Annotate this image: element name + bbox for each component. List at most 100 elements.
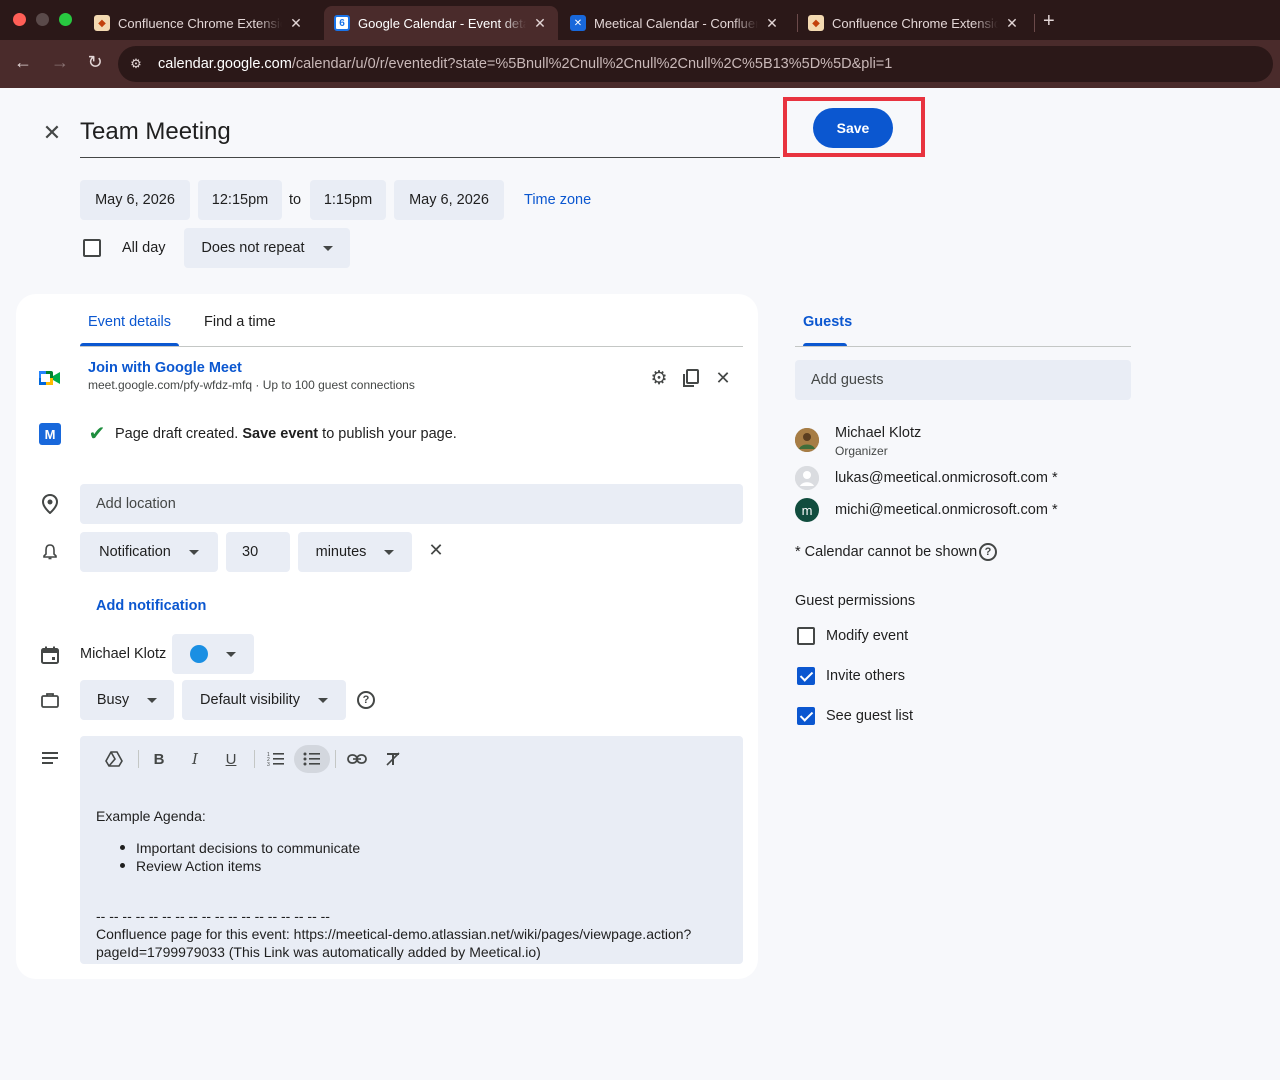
new-tab-button[interactable]: + — [1043, 10, 1055, 33]
url-path: /calendar/u/0/r/eventedit?state=%5Bnull%… — [291, 56, 893, 72]
calendar-note: * Calendar cannot be shown — [795, 544, 978, 560]
repeat-value: Does not repeat — [201, 240, 305, 256]
avatar — [795, 466, 819, 490]
add-notification-link[interactable]: Add notification — [96, 598, 206, 614]
guest-permissions-title: Guest permissions — [795, 593, 916, 609]
close-window-button[interactable] — [13, 13, 26, 26]
tabs-divider — [80, 346, 743, 347]
confluence-favicon-icon: ◆ — [808, 15, 824, 31]
join-meet-link[interactable]: Join with Google Meet — [88, 360, 242, 376]
toolbar-divider — [335, 750, 336, 768]
notification-unit-dropdown[interactable]: minutes — [298, 532, 412, 572]
caret-down-icon — [147, 697, 158, 703]
tab-find-a-time[interactable]: Find a time — [204, 314, 276, 330]
all-day-label: All day — [122, 240, 166, 256]
maximize-window-button[interactable] — [59, 13, 72, 26]
start-time-chip[interactable]: 12:15pm — [198, 180, 282, 220]
repeat-dropdown[interactable]: Does not repeat — [184, 228, 350, 268]
confluence-link-line-2: pageId=1799979033 (This Link was automat… — [96, 944, 541, 960]
gear-icon[interactable]: ⚙ — [647, 366, 671, 390]
confluence-status-bold: Save event — [242, 426, 319, 442]
meetical-icon: M — [39, 423, 61, 445]
agenda-item: Review Action items — [136, 858, 262, 874]
tab-close-icon[interactable]: ✕ — [764, 15, 780, 32]
help-icon[interactable]: ? — [979, 543, 997, 561]
event-color-dropdown[interactable] — [172, 634, 254, 674]
svg-text:3: 3 — [267, 762, 270, 767]
italic-icon[interactable]: I — [177, 745, 213, 773]
remove-notification-icon[interactable]: ✕ — [424, 538, 448, 562]
all-day-checkbox[interactable] — [83, 239, 101, 257]
description-editor[interactable]: B I U 123 Example Agenda: Important deci… — [80, 736, 743, 964]
toolbar-divider — [138, 750, 139, 768]
browser-tab-bar: ◆ Confluence Chrome Extension ✕ 6 Google… — [0, 0, 1280, 40]
add-guests-input[interactable]: Add guests — [795, 360, 1131, 400]
browser-tab-meetical[interactable]: ✕ Meetical Calendar - Confluence ✕ — [560, 6, 790, 40]
tab-close-icon[interactable]: ✕ — [288, 15, 304, 32]
minimize-window-button[interactable] — [36, 13, 49, 26]
notification-type-value: Notification — [99, 544, 171, 560]
confluence-status-prefix: Page draft created. — [115, 426, 239, 442]
tab-guests[interactable]: Guests — [803, 314, 852, 330]
caret-down-icon — [322, 245, 333, 251]
visibility-dropdown[interactable]: Default visibility — [182, 680, 346, 720]
google-meet-icon — [38, 366, 62, 390]
reload-icon[interactable]: ↻ — [83, 52, 107, 73]
close-icon[interactable]: ✕ — [40, 121, 64, 145]
help-icon[interactable]: ? — [357, 691, 375, 709]
notification-unit-value: minutes — [315, 544, 367, 560]
clear-formatting-icon[interactable] — [375, 745, 411, 773]
confluence-link-line-1: Confluence page for this event: https://… — [96, 926, 692, 942]
guests-divider — [795, 346, 1131, 347]
back-arrow-icon[interactable]: ← — [11, 52, 35, 73]
end-date-chip[interactable]: May 6, 2026 — [394, 180, 504, 220]
address-bar[interactable]: ⚙ calendar.google.com/calendar/u/0/r/eve… — [118, 46, 1273, 82]
numbered-list-icon[interactable]: 123 — [258, 745, 294, 773]
start-date-chip[interactable]: May 6, 2026 — [80, 180, 190, 220]
browser-toolbar: ← → ↻ ⚙ calendar.google.com/calendar/u/0… — [0, 40, 1280, 88]
browser-tab-confluence-2[interactable]: ◆ Confluence Chrome Extension ✕ — [798, 6, 1030, 40]
see-guest-list-checkbox[interactable] — [797, 707, 815, 725]
confluence-status-suffix: to publish your page. — [322, 426, 457, 442]
notification-type-dropdown[interactable]: Notification — [80, 532, 218, 572]
event-title-input[interactable]: Team Meeting — [80, 114, 780, 158]
confluence-favicon-icon: ◆ — [94, 15, 110, 31]
google-calendar-favicon-icon: 6 — [334, 15, 350, 31]
link-icon[interactable] — [339, 745, 375, 773]
forward-arrow-icon[interactable]: → — [48, 52, 72, 73]
confluence-blue-favicon-icon: ✕ — [570, 15, 586, 31]
notification-amount-input[interactable]: 30 — [226, 532, 290, 572]
bullet-dot — [120, 845, 125, 850]
location-input[interactable]: Add location — [80, 484, 743, 524]
save-button[interactable]: Save — [813, 108, 893, 148]
tab-title: Confluence Chrome Extension — [118, 15, 282, 31]
time-zone-link[interactable]: Time zone — [524, 192, 591, 208]
modify-event-checkbox[interactable] — [797, 627, 815, 645]
color-swatch — [190, 645, 208, 663]
guest-role: Organizer — [835, 444, 888, 458]
tab-close-icon[interactable]: ✕ — [1004, 15, 1020, 32]
tab-title: Meetical Calendar - Confluence — [594, 15, 758, 31]
calendar-icon — [38, 643, 62, 667]
location-pin-icon — [38, 492, 62, 516]
end-time-chip[interactable]: 1:15pm — [310, 180, 386, 220]
tab-close-icon[interactable]: ✕ — [532, 15, 548, 32]
busy-status-dropdown[interactable]: Busy — [80, 680, 174, 720]
browser-tab-confluence-1[interactable]: ◆ Confluence Chrome Extension ✕ — [84, 6, 314, 40]
copy-icon[interactable] — [679, 366, 703, 390]
url-text: calendar.google.com/calendar/u/0/r/event… — [158, 56, 892, 72]
bell-icon — [38, 540, 62, 564]
avatar: m — [795, 498, 819, 522]
browser-tab-google-calendar[interactable]: 6 Google Calendar - Event details ✕ — [324, 6, 558, 40]
tab-event-details[interactable]: Event details — [88, 314, 171, 330]
underline-icon[interactable]: U — [213, 745, 249, 773]
tab-title: Confluence Chrome Extension — [832, 15, 998, 31]
invite-others-checkbox[interactable] — [797, 667, 815, 685]
description-lines-icon — [38, 746, 62, 770]
remove-meet-icon[interactable]: ✕ — [711, 366, 735, 390]
avatar — [795, 428, 819, 452]
site-settings-icon[interactable]: ⚙ — [123, 51, 149, 77]
bold-icon[interactable]: B — [141, 745, 177, 773]
google-drive-icon[interactable] — [96, 745, 132, 773]
bulleted-list-icon[interactable] — [294, 745, 330, 773]
